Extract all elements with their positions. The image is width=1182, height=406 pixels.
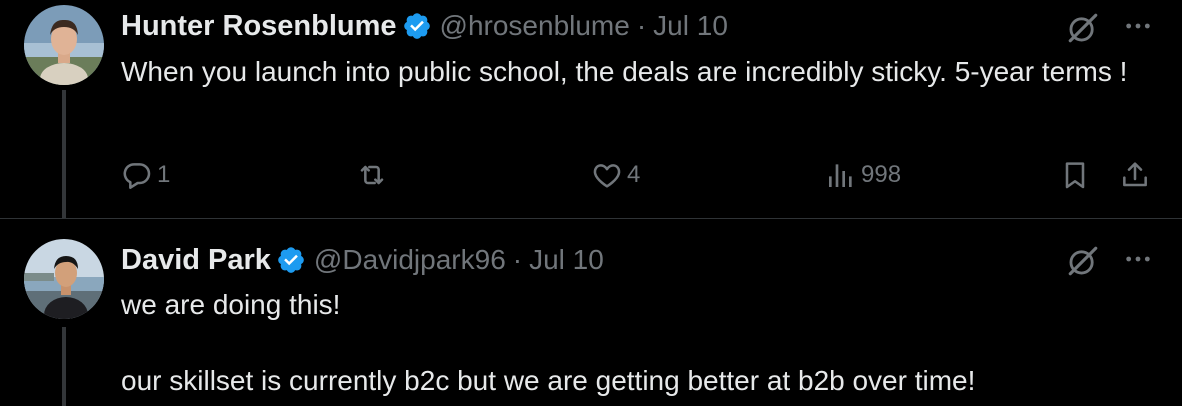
verified-badge-icon <box>278 247 304 273</box>
share-icon <box>1123 162 1147 187</box>
thread-line <box>62 90 66 219</box>
bookmark-button[interactable] <box>1059 154 1091 196</box>
views-count: 998 <box>861 161 902 188</box>
tweet-header: Hunter Rosenblume @hrosenblume · Jul 10 <box>121 6 728 46</box>
tweet-david-park[interactable]: David Park @Davidjpark96 · Jul 10 we are… <box>0 219 1182 406</box>
more-icon[interactable] <box>1122 10 1154 42</box>
bookmark-icon <box>1065 162 1085 189</box>
tweet-date[interactable]: Jul 10 <box>653 10 728 42</box>
grok-icon[interactable] <box>1066 244 1100 278</box>
verified-badge-icon <box>403 13 430 39</box>
separator-dot: · <box>636 10 647 41</box>
tweet-header: David Park @Davidjpark96 · Jul 10 <box>121 240 604 280</box>
repost-button[interactable] <box>356 154 388 196</box>
avatar-photo <box>24 239 104 319</box>
avatar-hunter-rosenblume[interactable] <box>24 5 104 85</box>
avatar-photo <box>24 5 104 85</box>
tweet-actions: 1 4 998 <box>121 154 1161 196</box>
like-button[interactable]: 4 <box>591 154 640 196</box>
share-button[interactable] <box>1119 154 1151 196</box>
more-icon[interactable] <box>1122 243 1154 275</box>
reply-button[interactable]: 1 <box>121 154 170 196</box>
thread-line <box>62 327 66 406</box>
repost-icon <box>360 165 384 185</box>
tweet-text: When you launch into public school, the … <box>121 56 1128 87</box>
author-handle[interactable]: @hrosenblume <box>440 10 630 42</box>
author-name[interactable]: David Park <box>121 244 271 277</box>
reply-count: 1 <box>157 161 171 188</box>
like-icon <box>593 164 621 188</box>
tweet-text: we are doing this! our skillset is curre… <box>121 289 976 396</box>
author-name[interactable]: Hunter Rosenblume <box>121 10 397 43</box>
separator-dot: · <box>512 244 523 275</box>
grok-icon[interactable] <box>1066 11 1100 45</box>
tweet-date[interactable]: Jul 10 <box>529 244 604 276</box>
views-icon <box>829 164 852 187</box>
avatar-david-park[interactable] <box>24 239 104 319</box>
tweet-hunter-rosenblume[interactable]: Hunter Rosenblume @hrosenblume · Jul 10 … <box>0 0 1182 219</box>
like-count: 4 <box>627 161 641 188</box>
author-handle[interactable]: @Davidjpark96 <box>314 244 506 276</box>
views-button[interactable]: 998 <box>825 154 901 196</box>
reply-icon <box>123 163 151 189</box>
